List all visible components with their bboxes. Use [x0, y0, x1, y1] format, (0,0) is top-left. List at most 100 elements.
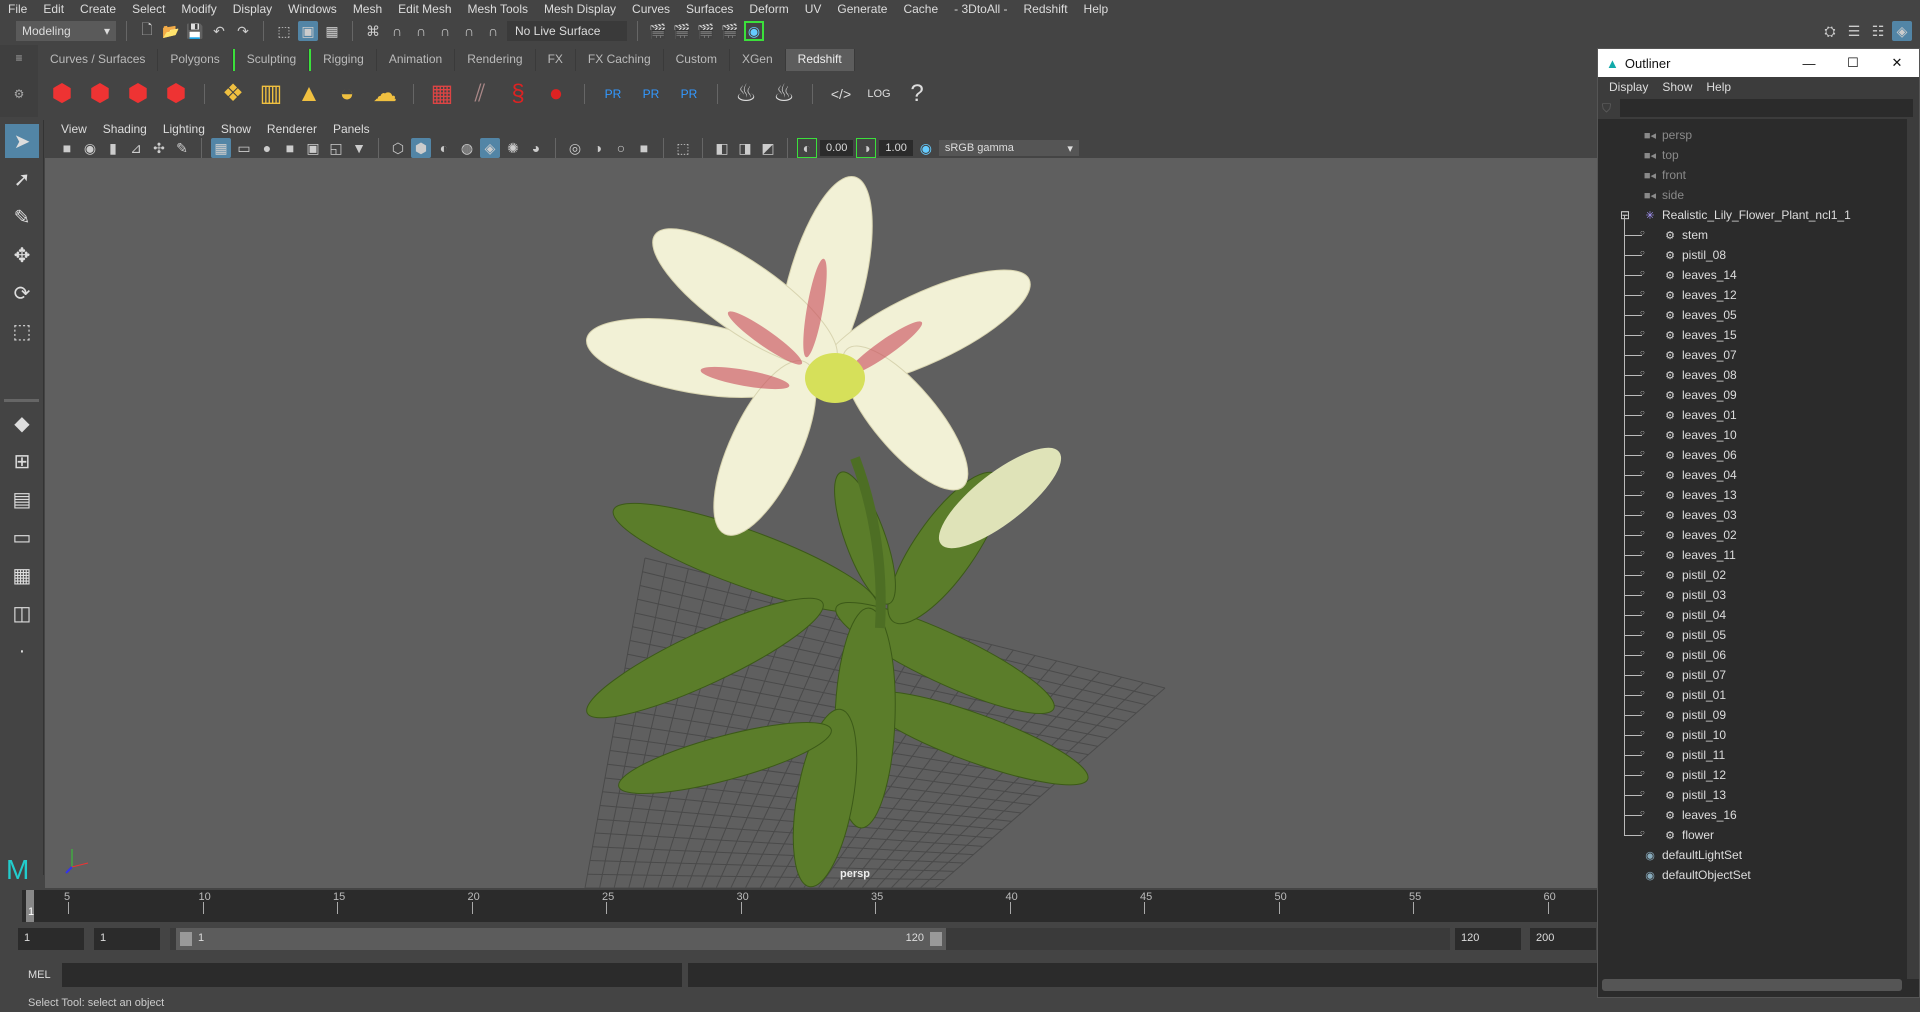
- shelf-tab-custom[interactable]: Custom: [664, 49, 730, 71]
- menu-file[interactable]: File: [0, 2, 35, 16]
- menu-windows[interactable]: Windows: [280, 2, 345, 16]
- textured-icon[interactable]: ◈: [480, 138, 500, 158]
- material-ball-button[interactable]: ●: [540, 77, 572, 111]
- outliner-menu-help[interactable]: Help: [1699, 80, 1738, 94]
- outliner-item-mesh[interactable]: ⚙ leaves_08 ○: [1598, 355, 1919, 385]
- outliner-horizontal-scrollbar[interactable]: [1602, 979, 1902, 991]
- shelf-tab-rendering[interactable]: Rendering: [455, 49, 536, 71]
- isolate-select-icon[interactable]: ⬚: [673, 138, 693, 158]
- menu-deform[interactable]: Deform: [741, 2, 796, 16]
- bookmark-icon[interactable]: ▮: [103, 138, 123, 158]
- safe-title-icon[interactable]: ▼: [349, 138, 369, 158]
- outliner-item-camera[interactable]: ■◂ front: [1598, 165, 1919, 185]
- make-live-icon[interactable]: ∩: [483, 21, 503, 41]
- new-scene-icon[interactable]: 🗋: [137, 21, 157, 41]
- redshift-settings-button[interactable]: ⬢: [160, 77, 192, 111]
- outliner-item-camera[interactable]: ■◂ persp: [1598, 125, 1919, 145]
- gamma-field[interactable]: 1.00: [879, 140, 913, 156]
- outliner-item-mesh[interactable]: ⚙ pistil_02 ○: [1598, 555, 1919, 585]
- shelf-menu-icon[interactable]: ≡: [0, 51, 38, 65]
- script-button[interactable]: </>: [825, 77, 857, 111]
- rotate-tool-icon[interactable]: ⟳: [5, 276, 39, 310]
- log-button[interactable]: LOG: [863, 77, 895, 111]
- range-slider-handle[interactable]: 1 120: [176, 928, 946, 950]
- safe-action-icon[interactable]: ◱: [326, 138, 346, 158]
- smooth-shade-icon[interactable]: ⬢: [411, 138, 431, 158]
- exposure-field[interactable]: 0.00: [820, 140, 854, 156]
- shelf-tab-fx[interactable]: FX: [536, 49, 576, 71]
- exposure-icon[interactable]: ◐: [797, 138, 817, 158]
- outliner-item-mesh[interactable]: ⚙ leaves_03 ○: [1598, 495, 1919, 525]
- menu-mesh[interactable]: Mesh: [345, 2, 390, 16]
- redshift-ipr-button[interactable]: ⬢: [122, 77, 154, 111]
- outliner-item-mesh[interactable]: ⚙ leaves_07 ○: [1598, 335, 1919, 365]
- outliner-item-mesh[interactable]: ⚙ pistil_08 ○: [1598, 235, 1919, 265]
- outliner-item-mesh[interactable]: ⚙ pistil_07 ○: [1598, 655, 1919, 685]
- filter-icon[interactable]: ⛉: [1602, 101, 1620, 116]
- outliner-item-camera[interactable]: ■◂ top: [1598, 145, 1919, 165]
- outliner-search-input[interactable]: [1620, 99, 1913, 117]
- outliner-item-mesh[interactable]: ⚙ pistil_10 ○: [1598, 715, 1919, 745]
- image-plane-icon[interactable]: ⊿: [126, 138, 146, 158]
- viewport-menu-lighting[interactable]: Lighting: [155, 122, 213, 136]
- camera-icon[interactable]: ■: [57, 138, 77, 158]
- start-time-field[interactable]: 1: [18, 928, 84, 950]
- 3d-scene[interactable]: [45, 158, 1597, 888]
- help-button[interactable]: ?: [901, 77, 933, 111]
- playback-end-field[interactable]: 120: [1455, 928, 1521, 950]
- outliner-item-mesh[interactable]: ⚙ leaves_04 ○: [1598, 455, 1919, 485]
- move-tool-icon[interactable]: ✥: [5, 238, 39, 272]
- menu-uv[interactable]: UV: [797, 2, 830, 16]
- shelf-tab-animation[interactable]: Animation: [377, 49, 456, 71]
- resolution-gate-icon[interactable]: ●: [257, 138, 277, 158]
- channel-box-icon[interactable]: ◈: [1892, 21, 1912, 41]
- color-management-icon[interactable]: ◉: [916, 138, 936, 158]
- maximize-icon[interactable]: ☐: [1831, 55, 1875, 71]
- default-material-icon[interactable]: ◐: [434, 138, 454, 158]
- outliner-item-mesh[interactable]: ⚙ leaves_15 ○: [1598, 315, 1919, 345]
- lasso-tool-icon[interactable]: ➚: [5, 162, 39, 196]
- outliner-item-mesh[interactable]: ⚙ pistil_09 ○: [1598, 695, 1919, 725]
- attribute-editor-icon[interactable]: ☰: [1844, 21, 1864, 41]
- outliner-item-mesh[interactable]: ⚙ pistil_06 ○: [1598, 635, 1919, 665]
- wireframe-on-shaded-icon[interactable]: ◍: [457, 138, 477, 158]
- redshift-rv-button[interactable]: ⬢: [46, 77, 78, 111]
- select-tool-icon[interactable]: ➤: [5, 124, 39, 158]
- menu-3dtoall[interactable]: - 3DtoAll -: [946, 2, 1015, 16]
- outliner-vertical-scrollbar[interactable]: [1907, 119, 1919, 979]
- outliner-item-mesh[interactable]: ⚙ stem ○: [1598, 215, 1919, 245]
- outliner-item-mesh[interactable]: ⚙ pistil_05 ○: [1598, 615, 1919, 645]
- viewport-menu-view[interactable]: View: [53, 122, 95, 136]
- menu-curves[interactable]: Curves: [624, 2, 678, 16]
- modeling-toolkit-icon[interactable]: ⛭: [1820, 21, 1840, 41]
- paint-select-icon[interactable]: ✎: [5, 200, 39, 234]
- hair-button[interactable]: ⫽: [464, 77, 496, 111]
- menu-mesh-display[interactable]: Mesh Display: [536, 2, 624, 16]
- screen-space-ao-icon[interactable]: ◎: [565, 138, 585, 158]
- four-view-layout-icon[interactable]: ⊞: [5, 444, 39, 478]
- menu-modify[interactable]: Modify: [173, 2, 224, 16]
- layout-more-icon[interactable]: ·: [5, 634, 39, 668]
- bake-button[interactable]: ♨: [730, 77, 762, 111]
- outliner-item-group[interactable]: ⊟ ✳ Realistic_Lily_Flower_Plant_ncl1_1: [1598, 205, 1919, 225]
- hypershade-icon[interactable]: ◉: [744, 21, 764, 41]
- proxy-swap-button[interactable]: PR: [673, 77, 705, 111]
- gate-mask-icon[interactable]: ■: [280, 138, 300, 158]
- range-end-grip[interactable]: [930, 932, 942, 946]
- minimize-icon[interactable]: —: [1787, 56, 1831, 71]
- shelf-settings-icon[interactable]: ⚙: [0, 87, 38, 101]
- shelf-tab-redshift[interactable]: Redshift: [785, 49, 855, 71]
- volume-button[interactable]: ▦: [426, 77, 458, 111]
- snap-curve-icon[interactable]: ∩: [387, 21, 407, 41]
- bake-set-button[interactable]: ♨: [768, 77, 800, 111]
- close-icon[interactable]: ✕: [1875, 55, 1919, 71]
- xray-components-icon[interactable]: ◩: [758, 138, 778, 158]
- outliner-item-mesh[interactable]: ⚙ leaves_02 ○: [1598, 515, 1919, 545]
- single-perspective-layout-icon[interactable]: ◆: [5, 406, 39, 440]
- menu-generate[interactable]: Generate: [829, 2, 895, 16]
- mel-label[interactable]: MEL: [28, 969, 51, 981]
- playback-start-field[interactable]: 1: [94, 928, 160, 950]
- outliner-item-mesh[interactable]: ⚙ pistil_12 ○: [1598, 755, 1919, 785]
- tool-settings-icon[interactable]: ☷: [1868, 21, 1888, 41]
- time-slider[interactable]: 1 51015202530354045505560657075808590951…: [22, 890, 1825, 922]
